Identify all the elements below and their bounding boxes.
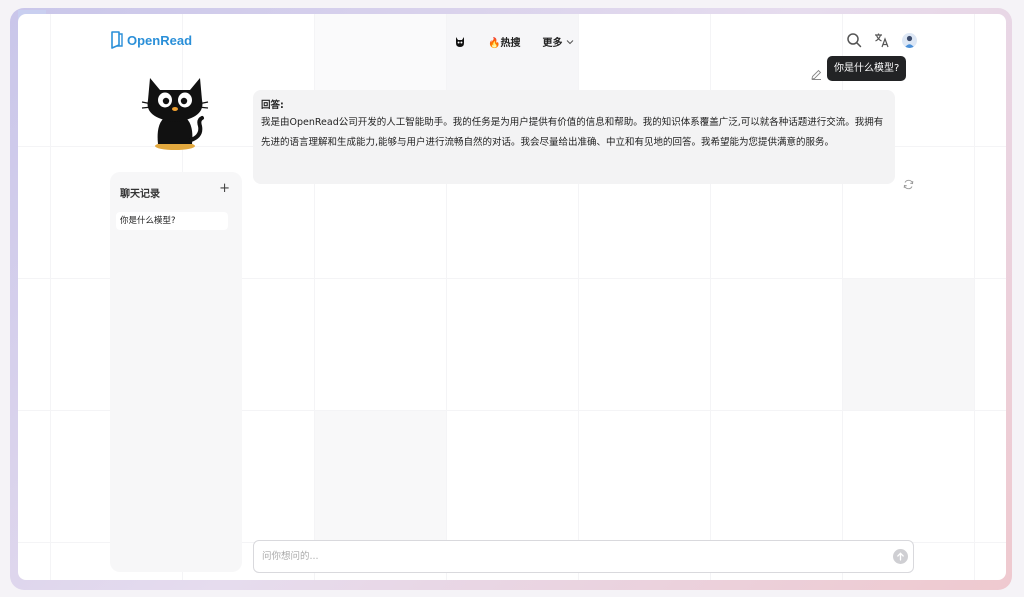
user-avatar[interactable] — [902, 32, 917, 48]
answer-text: 我是由OpenRead公司开发的人工智能助手。我的任务是为用户提供有价值的信息和… — [261, 117, 884, 148]
send-button[interactable] — [893, 549, 908, 564]
nav-hot-search[interactable]: 🔥热搜 — [488, 34, 520, 49]
question-input[interactable] — [262, 548, 862, 564]
chat-history-sidebar: 聊天记录 + 你是什么模型? — [110, 172, 242, 572]
cat-mascot-image — [141, 78, 209, 150]
arrow-up-icon — [897, 552, 904, 561]
chat-history-title: 聊天记录 — [120, 189, 160, 200]
chevron-down-icon — [567, 39, 574, 44]
user-question-bubble: 你是什么模型? — [827, 56, 907, 81]
top-nav: 🔥热搜 更多 — [454, 34, 574, 49]
translate-icon[interactable] — [874, 32, 890, 48]
question-input-box — [253, 540, 914, 573]
avatar-person-icon — [904, 35, 915, 48]
nav-more-label: 更多 — [542, 38, 563, 49]
edit-icon[interactable] — [811, 69, 822, 80]
app-window: OpenRead 🔥热搜 更多 聊天记录 + 你是什么模型? 你是什么模型? 回… — [18, 14, 1006, 580]
header-tools — [846, 32, 917, 48]
regenerate-icon[interactable] — [903, 179, 914, 190]
nav-more[interactable]: 更多 — [542, 34, 574, 49]
book-logo-icon — [111, 31, 123, 49]
chat-history-item[interactable]: 你是什么模型? — [116, 212, 228, 230]
answer-label: 回答: — [261, 100, 284, 111]
answer-bubble: 回答: 我是由OpenRead公司开发的人工智能助手。我的任务是为用户提供有价值… — [253, 90, 895, 184]
logo-text: OpenRead — [127, 32, 193, 48]
search-icon[interactable] — [846, 32, 862, 48]
new-chat-button[interactable]: + — [219, 182, 230, 196]
cat-nav-icon[interactable] — [454, 36, 466, 48]
openread-logo[interactable]: OpenRead — [110, 30, 192, 50]
